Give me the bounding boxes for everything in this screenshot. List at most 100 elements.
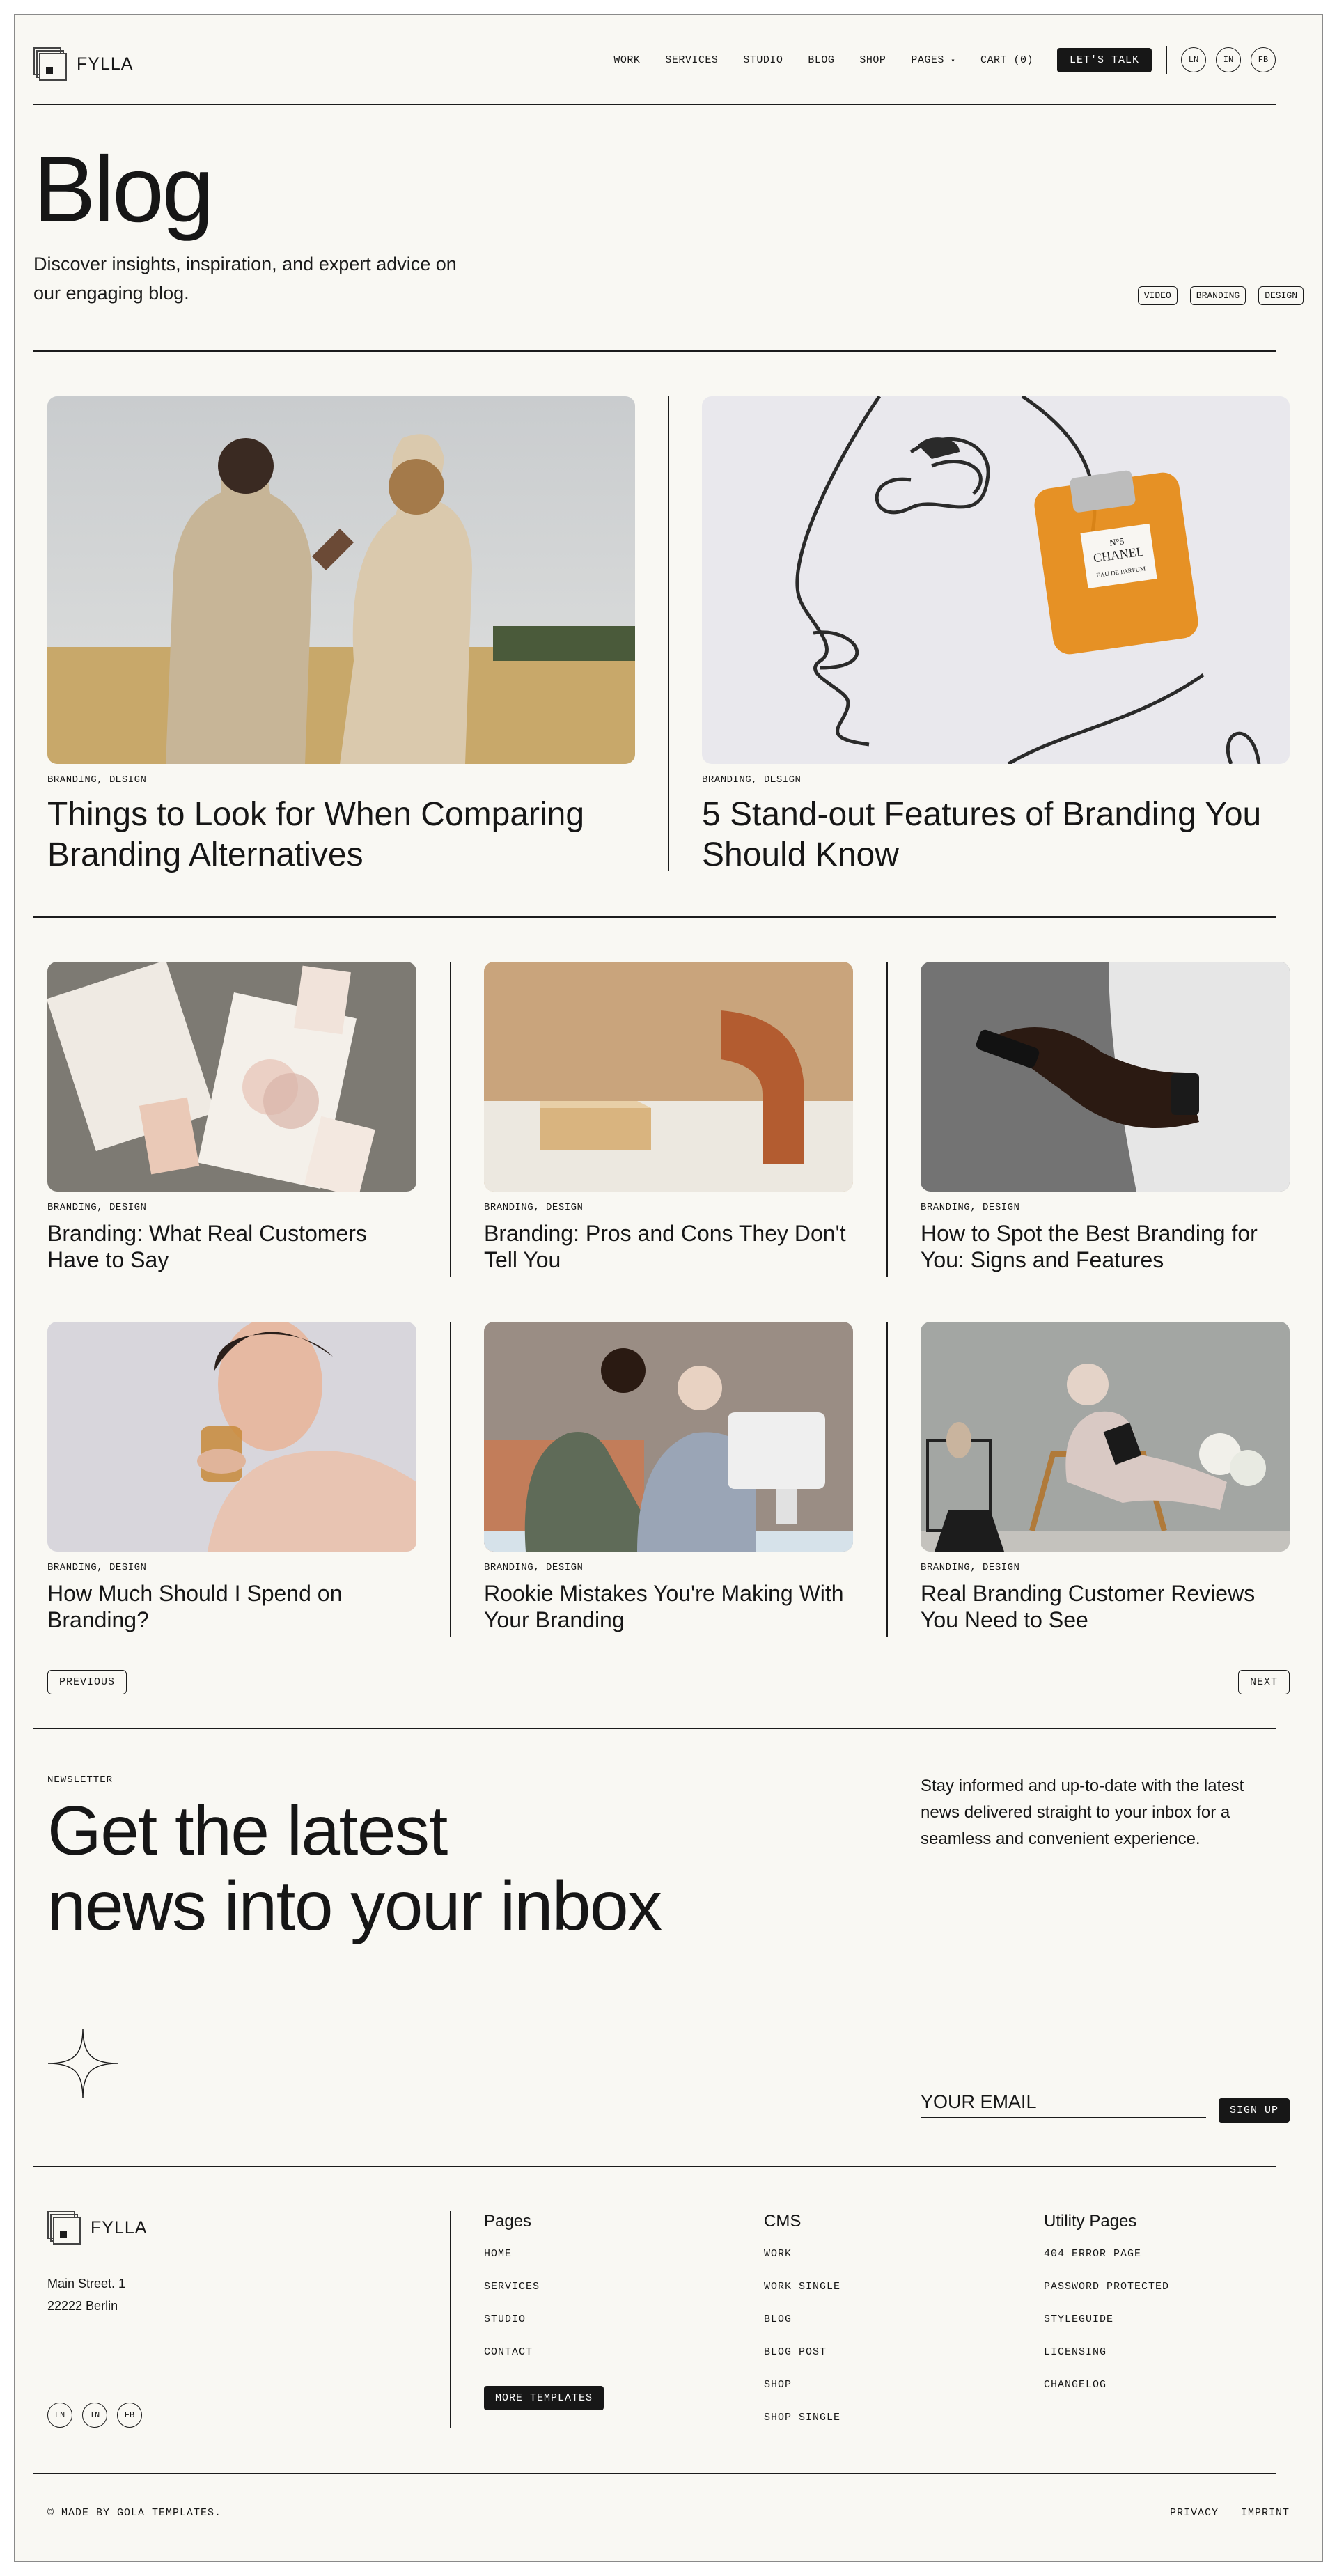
- column-divider: [450, 1322, 451, 1637]
- post-image[interactable]: [47, 396, 635, 764]
- post-title[interactable]: 5 Stand-out Features of Branding You Sho…: [702, 795, 1290, 875]
- linkedin-icon[interactable]: LN: [1181, 47, 1206, 72]
- site-header: FYLLA WORK SERVICES STUDIO BLOG SHOP PAG…: [33, 31, 1276, 93]
- legal-links: PRIVACY IMPRINT: [1170, 2507, 1290, 2519]
- tag-design[interactable]: DESIGN: [1258, 286, 1304, 305]
- logo-icon: [33, 47, 67, 81]
- column-divider: [450, 962, 451, 1277]
- footer-link-licensing[interactable]: LICENSING: [1044, 2346, 1169, 2358]
- perfume-label: N°5: [1109, 536, 1125, 548]
- email-field[interactable]: YOUR EMAIL: [921, 2091, 1206, 2118]
- column-divider: [886, 962, 888, 1277]
- address-line-1: Main Street. 1: [47, 2277, 126, 2290]
- post-category: BRANDING, DESIGN: [484, 1562, 584, 1573]
- copyright[interactable]: © MADE BY GOLA TEMPLATES.: [47, 2507, 221, 2519]
- footer-link-styleguide[interactable]: STYLEGUIDE: [1044, 2313, 1169, 2325]
- footer-link-services[interactable]: SERVICES: [484, 2281, 540, 2293]
- tag-branding[interactable]: BRANDING: [1189, 286, 1246, 305]
- cart-link[interactable]: CART (0): [980, 54, 1033, 66]
- newsletter-headline-line-1: Get the latest: [47, 1792, 448, 1870]
- nav-divider: [1166, 46, 1167, 74]
- tag-video[interactable]: VIDEO: [1137, 286, 1178, 305]
- post-image[interactable]: [921, 1322, 1290, 1552]
- brand-name: FYLLA: [77, 54, 134, 74]
- instagram-icon[interactable]: IN: [1216, 47, 1241, 72]
- footer-address: Main Street. 1 22222 Berlin: [47, 2272, 125, 2317]
- newsletter-description: Stay informed and up-to-date with the la…: [921, 1777, 1244, 1848]
- post-title[interactable]: Branding: What Real Customers Have to Sa…: [47, 1220, 416, 1274]
- post-title[interactable]: Branding: Pros and Cons They Don't Tell …: [484, 1220, 853, 1274]
- footer-link-work[interactable]: WORK: [764, 2248, 840, 2260]
- main-nav: WORK SERVICES STUDIO BLOG SHOP PAGES ▾ C…: [588, 46, 1276, 74]
- nav-item-pages-label: PAGES: [911, 54, 944, 66]
- instagram-icon[interactable]: IN: [82, 2403, 107, 2428]
- divider: [33, 2166, 1276, 2167]
- imprint-link[interactable]: IMPRINT: [1241, 2507, 1290, 2519]
- linkedin-icon[interactable]: LN: [47, 2403, 72, 2428]
- nav-item-pages[interactable]: PAGES ▾: [911, 54, 955, 66]
- column-divider: [450, 2211, 451, 2428]
- footer-link-work-single[interactable]: WORK SINGLE: [764, 2281, 840, 2293]
- newsletter-headline: Get the latest news into your inbox: [47, 1793, 813, 1944]
- footer-logo[interactable]: FYLLA: [47, 2211, 147, 2245]
- post-image[interactable]: [484, 962, 853, 1192]
- post-image[interactable]: [47, 1322, 416, 1552]
- divider: [33, 2473, 1276, 2474]
- footer-link-blog-post[interactable]: BLOG POST: [764, 2346, 840, 2358]
- nav-item-studio[interactable]: STUDIO: [743, 54, 783, 66]
- footer-link-studio[interactable]: STUDIO: [484, 2313, 540, 2325]
- footer-link-home[interactable]: HOME: [484, 2248, 540, 2260]
- lets-talk-button[interactable]: LET'S TALK: [1056, 47, 1152, 72]
- post-category: BRANDING, DESIGN: [921, 1562, 1020, 1573]
- footer-link-404[interactable]: 404 ERROR PAGE: [1044, 2248, 1169, 2260]
- post-title[interactable]: Things to Look for When Comparing Brandi…: [47, 795, 635, 875]
- post-title[interactable]: How to Spot the Best Branding for You: S…: [921, 1220, 1290, 1274]
- post-title[interactable]: How Much Should I Spend on Branding?: [47, 1580, 416, 1634]
- nav-item-shop[interactable]: SHOP: [859, 54, 886, 66]
- footer-column-heading: Utility Pages: [1044, 2212, 1137, 2231]
- divider: [33, 350, 1276, 352]
- nav-item-work[interactable]: WORK: [613, 54, 640, 66]
- footer-link-blog[interactable]: BLOG: [764, 2313, 840, 2325]
- previous-button[interactable]: PREVIOUS: [47, 1670, 127, 1694]
- facebook-icon[interactable]: FB: [117, 2403, 142, 2428]
- newsletter-headline-line-2: news into your inbox: [47, 1867, 662, 1945]
- post-category: BRANDING, DESIGN: [47, 1562, 147, 1573]
- page-title: Blog: [33, 138, 214, 242]
- post-title[interactable]: Real Branding Customer Reviews You Need …: [921, 1580, 1290, 1634]
- footer-social: LN IN FB: [38, 2403, 142, 2428]
- post-image[interactable]: [484, 1322, 853, 1552]
- footer-link-shop-single[interactable]: SHOP SINGLE: [764, 2412, 840, 2423]
- logo[interactable]: FYLLA: [33, 47, 133, 81]
- post-image[interactable]: [47, 962, 416, 1192]
- privacy-link[interactable]: PRIVACY: [1170, 2507, 1219, 2519]
- nav-item-services[interactable]: SERVICES: [665, 54, 718, 66]
- footer-link-password[interactable]: PASSWORD PROTECTED: [1044, 2281, 1169, 2293]
- footer-column-heading: CMS: [764, 2212, 802, 2231]
- newsletter-kicker: NEWSLETTER: [47, 1774, 114, 1786]
- more-templates-button[interactable]: MORE TEMPLATES: [484, 2386, 604, 2410]
- footer-link-changelog[interactable]: CHANGELOG: [1044, 2379, 1169, 2391]
- tag-filter: VIDEO BRANDING DESIGN: [1137, 286, 1304, 305]
- post-title[interactable]: Rookie Mistakes You're Making With Your …: [484, 1580, 853, 1634]
- logo-icon: [47, 2211, 81, 2245]
- next-button[interactable]: NEXT: [1237, 1670, 1290, 1694]
- sparkle-icon: [47, 2028, 118, 2099]
- post-category: BRANDING, DESIGN: [484, 1202, 584, 1213]
- footer-link-shop[interactable]: SHOP: [764, 2379, 840, 2391]
- column-divider: [668, 396, 669, 871]
- post-image[interactable]: [921, 962, 1290, 1192]
- footer-link-contact[interactable]: CONTACT: [484, 2346, 540, 2358]
- nav-item-blog[interactable]: BLOG: [808, 54, 834, 66]
- column-divider: [886, 1322, 888, 1637]
- footer-column-heading: Pages: [484, 2212, 532, 2231]
- post-category: BRANDING, DESIGN: [47, 774, 147, 786]
- divider: [33, 104, 1276, 105]
- facebook-icon[interactable]: FB: [1251, 47, 1276, 72]
- post-category: BRANDING, DESIGN: [702, 774, 802, 786]
- address-line-2: 22222 Berlin: [47, 2299, 118, 2313]
- page-subtitle: Discover insights, inspiration, and expe…: [33, 253, 457, 304]
- divider: [33, 1728, 1276, 1729]
- sign-up-button[interactable]: SIGN UP: [1219, 2098, 1290, 2123]
- post-image[interactable]: N°5 CHANEL EAU DE PARFUM: [702, 396, 1290, 764]
